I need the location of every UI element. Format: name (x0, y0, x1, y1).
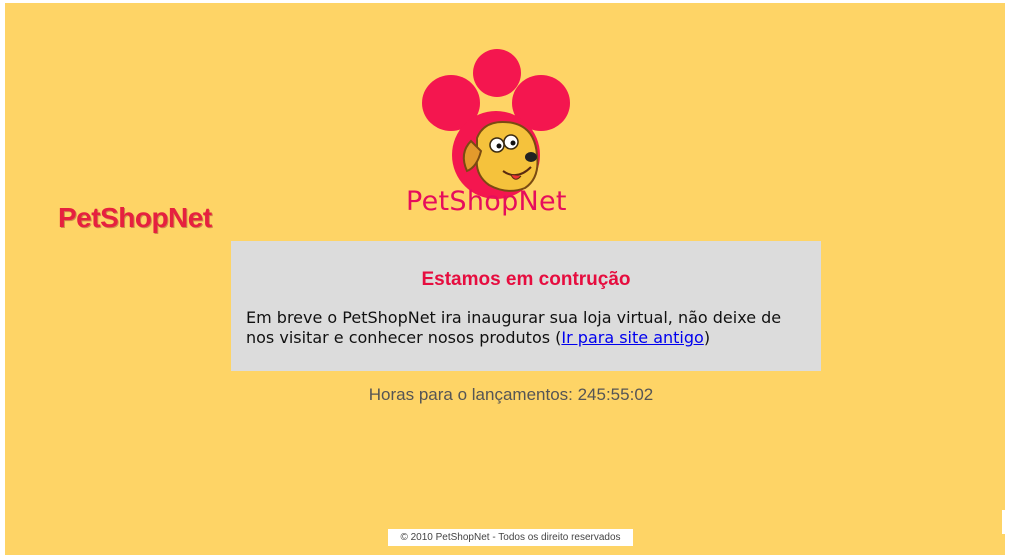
launch-countdown: Horas para o lançamentos: 245:55:02 (368, 385, 654, 404)
page-background: PetShopNet PetShopNet Estamos em contruç… (5, 3, 1005, 555)
notice-body: Em breve o PetShopNet ira inaugurar sua … (246, 308, 811, 348)
edge-artifact (1002, 510, 1009, 534)
copyright-footer: © 2010 PetShopNet - Todos os direito res… (388, 529, 633, 546)
construction-notice: Estamos em contrução Em breve o PetShopN… (231, 241, 821, 371)
old-site-link[interactable]: Ir para site antigo (561, 328, 703, 347)
logo-wordmark: PetShopNet (406, 186, 567, 217)
side-brand-logo[interactable]: PetShopNet (58, 202, 212, 234)
notice-body-suffix: ) (703, 328, 711, 347)
notice-title: Estamos em contrução (421, 269, 631, 290)
